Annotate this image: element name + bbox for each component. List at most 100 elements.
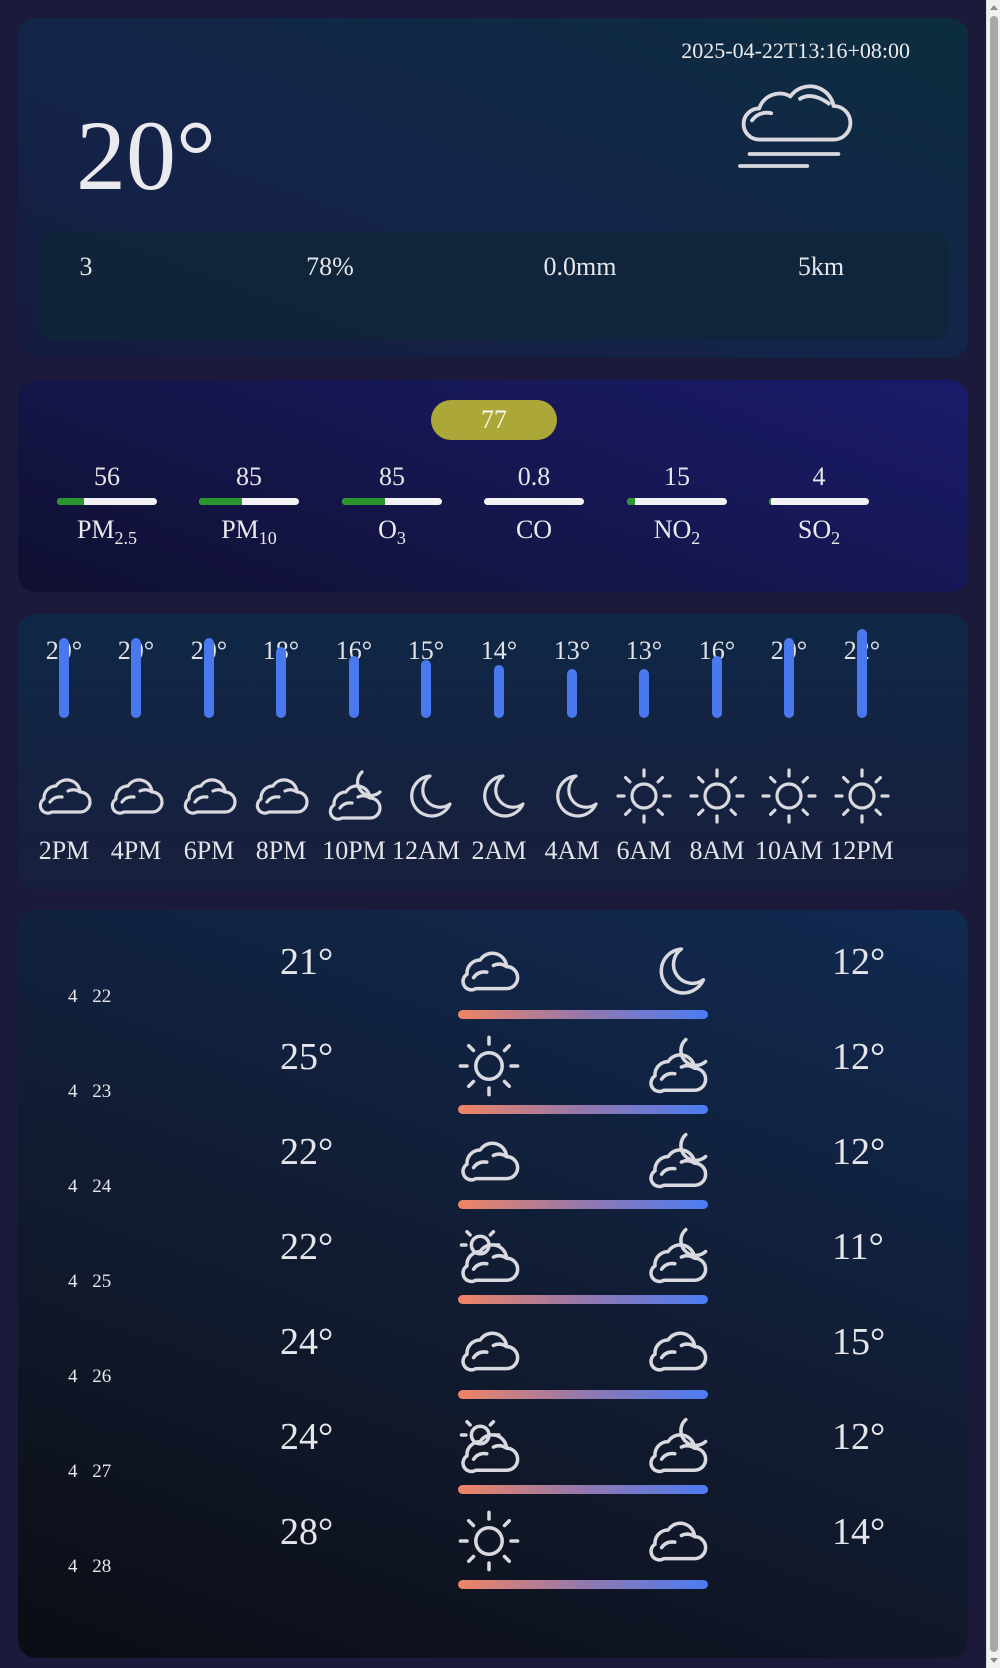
pollutant-value: 15 xyxy=(664,462,690,491)
aqi-badge: 77 xyxy=(431,400,557,440)
sun-icon xyxy=(759,766,819,826)
daily-high: 24° xyxy=(280,1321,334,1363)
pollutant-level-fill xyxy=(627,498,635,505)
daily-high: 21° xyxy=(280,941,334,983)
pollutant-name-subscript: 2 xyxy=(831,528,841,548)
air-quality-card: 77 56 PM2.5 85 PM10 85 O3 0.8 CO 15 NO2 4 SO2 xyxy=(18,380,968,592)
pollutant-name-base: SO xyxy=(797,515,832,544)
daily-date: 4 24 xyxy=(68,1176,112,1197)
hourly-temp-bar xyxy=(567,669,577,718)
hourly-temp-bar xyxy=(712,656,722,718)
cloud-icon xyxy=(34,766,94,826)
hourly-temp-bar xyxy=(494,665,504,718)
visibility-value: 5km xyxy=(797,252,845,281)
daily-date: 4 25 xyxy=(68,1271,112,1292)
pollutant-value: 4 xyxy=(812,462,826,491)
pollutant-item: 15 NO2 xyxy=(601,462,753,548)
daily-date: 4 26 xyxy=(68,1366,112,1387)
hourly-temp: 14° xyxy=(480,636,518,665)
moon-icon xyxy=(542,766,602,826)
precipitation-value: 0.0mm xyxy=(543,252,617,281)
observation-time: 2025-04-22T13:16+08:00 xyxy=(681,38,910,63)
current-stats-panel: 3 78% 0.0mm 5km xyxy=(38,232,948,340)
daily-low: 12° xyxy=(832,1416,886,1458)
hourly-temp-bar xyxy=(349,656,359,718)
pollutant-value: 0.8 xyxy=(517,462,551,491)
hourly-temp-bar xyxy=(276,647,286,718)
pollutant-value: 85 xyxy=(379,462,405,491)
pollutant-name-base: NO xyxy=(653,515,692,544)
daily-low: 14° xyxy=(832,1511,886,1553)
pollutant-level-fill xyxy=(769,498,771,505)
daily-row: 4 24 22° 12° xyxy=(18,1110,968,1211)
daily-row: 4 28 28° 14° xyxy=(18,1490,968,1591)
pollutant-name: SO2 xyxy=(743,515,895,548)
daily-low: 15° xyxy=(832,1321,886,1363)
pollutant-name: PM10 xyxy=(173,515,325,547)
pollutant-level-bar xyxy=(57,498,157,505)
humidity-value: 78% xyxy=(306,252,354,281)
cloud-icon xyxy=(456,1318,522,1384)
hourly-time: 12PM xyxy=(830,836,894,865)
cloud-moon-icon xyxy=(324,766,384,826)
daily-high: 28° xyxy=(280,1511,334,1553)
pollutant-level-bar xyxy=(342,498,442,505)
stat-value: 3 xyxy=(79,252,93,281)
pollutant-name-base: PM xyxy=(76,515,115,544)
daily-date: 4 27 xyxy=(68,1461,112,1482)
pollutant-level-fill xyxy=(199,498,242,505)
daily-high: 24° xyxy=(280,1416,334,1458)
sun-icon xyxy=(456,1508,522,1574)
hourly-temp-bar xyxy=(131,638,141,718)
daily-forecast-card: 4 22 21° 12° 4 23 25° 12° 4 24 22° 12° 4 25 22° 11°… xyxy=(18,910,968,1658)
daily-date: 4 28 xyxy=(68,1556,112,1577)
cloud-icon xyxy=(456,938,522,1004)
pollutant-name-subscript: 2 xyxy=(691,528,701,548)
pollutant-item: 4 SO2 xyxy=(743,462,895,548)
daily-high: 25° xyxy=(280,1036,334,1078)
moon-icon xyxy=(396,766,456,826)
current-temperature: 20° xyxy=(76,100,216,211)
hourly-temp-bar xyxy=(639,669,649,718)
pollutant-name: O3 xyxy=(316,515,468,547)
daily-low: 12° xyxy=(832,941,886,983)
pollutant-name-base: CO xyxy=(515,515,553,544)
sun-icon xyxy=(614,766,674,826)
cloud-moon-icon xyxy=(644,1033,710,1099)
cloud-sun-icon xyxy=(456,1413,522,1479)
scroll-up-arrow-icon[interactable] xyxy=(990,5,998,10)
pollutant-level-fill xyxy=(342,498,385,505)
scrollbar-thumb[interactable] xyxy=(990,16,998,1652)
pollutant-item: 56 PM2.5 xyxy=(31,462,183,548)
pollutant-item: 0.8 CO xyxy=(458,462,610,545)
cloud-moon-icon xyxy=(644,1223,710,1289)
cloud-sun-icon xyxy=(456,1223,522,1289)
scroll-down-arrow-icon[interactable] xyxy=(990,1658,998,1663)
cloud-fog-icon xyxy=(728,76,853,196)
cloud-icon xyxy=(251,766,311,826)
daily-range-bar xyxy=(458,1580,708,1589)
cloud-icon xyxy=(644,1318,710,1384)
hourly-temp-bar xyxy=(59,638,69,718)
hourly-forecast-card: 20°2PM20°4PM20°6PM18°8PM16°10PM15°12AM14… xyxy=(18,614,968,890)
cloud-moon-icon xyxy=(644,1413,710,1479)
pollutant-level-bar xyxy=(199,498,299,505)
daily-row: 4 22 21° 12° xyxy=(18,920,968,1021)
sun-icon xyxy=(832,766,892,826)
hourly-temp-bar xyxy=(204,638,214,718)
pollutant-name-base: PM xyxy=(221,515,259,544)
pollutant-level-bar xyxy=(484,498,584,505)
daily-row: 4 25 22° 11° xyxy=(18,1205,968,1306)
hourly-temp: 13° xyxy=(625,636,663,665)
daily-low: 11° xyxy=(832,1226,884,1268)
current-conditions-card: 2025-04-22T13:16+08:00 20° 3 78% 0.0mm 5… xyxy=(18,18,968,358)
daily-low: 12° xyxy=(832,1131,886,1173)
page-scrollbar[interactable] xyxy=(986,0,1000,1668)
pollutant-name-subscript: 2.5 xyxy=(114,528,138,548)
cloud-moon-icon xyxy=(644,1128,710,1194)
pollutant-level-bar xyxy=(769,498,869,505)
daily-date: 4 22 xyxy=(68,986,112,1007)
cloud-icon xyxy=(456,1128,522,1194)
hourly-temp-bar xyxy=(784,638,794,718)
pollutant-name: CO xyxy=(458,515,610,545)
